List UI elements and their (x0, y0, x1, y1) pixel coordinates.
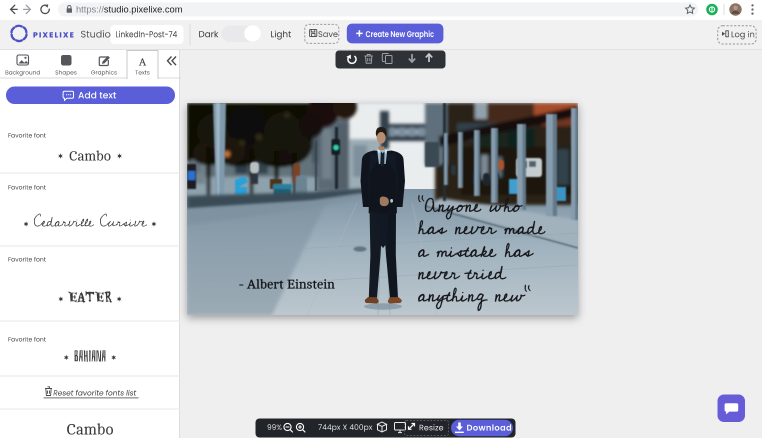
svg-text:https://studio.pixelixe.com: https://studio.pixelixe.com (76, 5, 183, 15)
